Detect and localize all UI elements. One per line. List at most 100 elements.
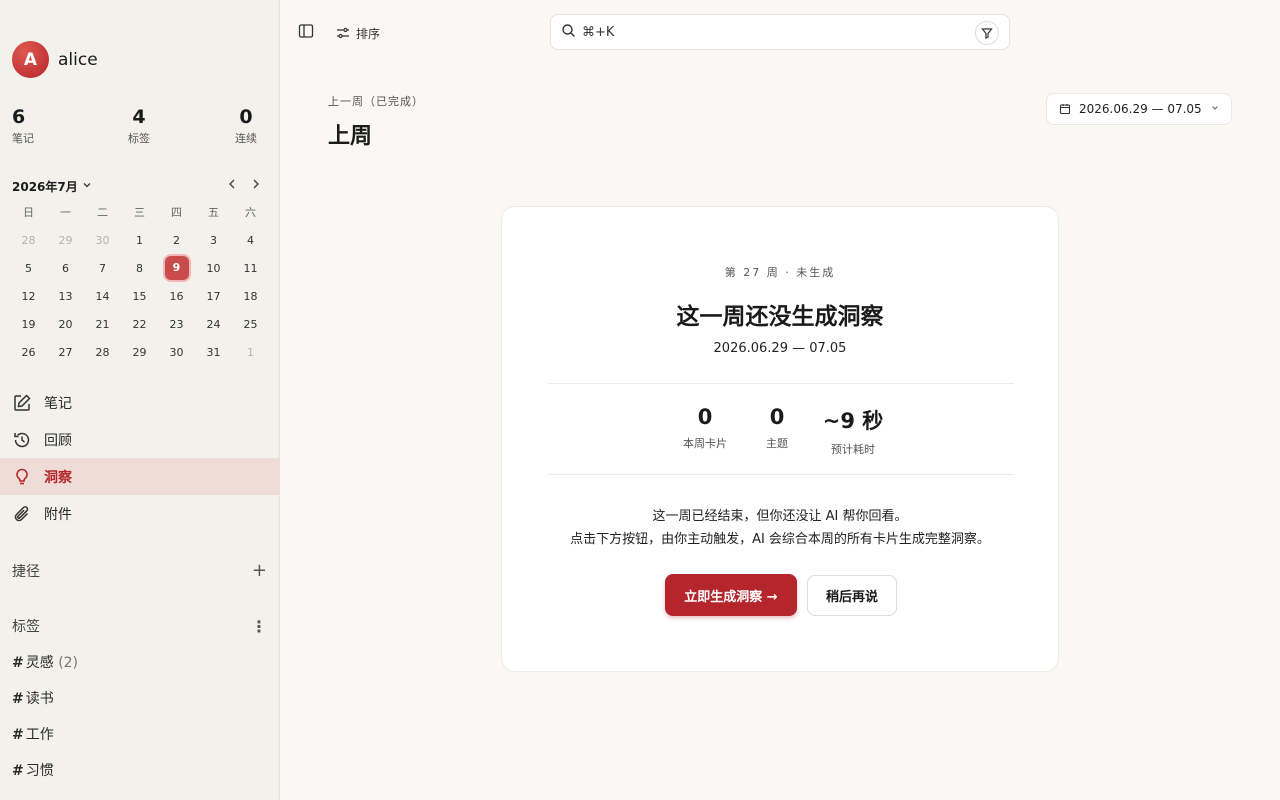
calendar-day[interactable]: 30: [84, 234, 121, 247]
calendar-day-number: 12: [21, 289, 36, 303]
calendar-day[interactable]: 19: [10, 318, 47, 331]
calendar-day[interactable]: 23: [158, 318, 195, 331]
calendar-day[interactable]: 24: [195, 318, 232, 331]
calendar-day[interactable]: 21: [84, 318, 121, 331]
sort-button[interactable]: 排序: [336, 25, 380, 42]
nav-item-review[interactable]: 回顾: [0, 421, 279, 458]
later-button[interactable]: 稍后再说: [807, 575, 897, 616]
stat-label: 连续: [235, 132, 257, 145]
calendar-day-number: 8: [136, 261, 143, 275]
hash-icon: #: [12, 763, 24, 779]
calendar-day-number: 28: [21, 233, 36, 247]
metric-cards: 0 本周卡片: [668, 405, 742, 451]
calendar-day[interactable]: 26: [10, 346, 47, 359]
calendar-day[interactable]: 6: [47, 262, 84, 275]
calendar-day[interactable]: 3: [195, 234, 232, 247]
calendar-day[interactable]: 8: [121, 262, 158, 275]
sidebar-toggle-icon[interactable]: [298, 23, 314, 43]
tag-item[interactable]: # 工作: [12, 724, 54, 744]
calendar-day[interactable]: 12: [10, 290, 47, 303]
calendar-day-number: 16: [169, 289, 184, 303]
chevron-right-icon[interactable]: [250, 178, 262, 194]
calendar-day[interactable]: 11: [232, 262, 269, 275]
calendar-day[interactable]: 4: [232, 234, 269, 247]
nav-item-attachments[interactable]: 附件: [0, 495, 279, 532]
tag-item[interactable]: # 灵感 (2): [12, 652, 78, 672]
calendar-day-number: 13: [58, 289, 73, 303]
card-description: 这一周已经结束，但你还没让 AI 帮你回看。 点击下方按钮，由你主动触发，AI …: [502, 505, 1058, 551]
calendar-day-number: 19: [21, 317, 36, 331]
calendar-day[interactable]: 31: [195, 346, 232, 359]
search-input[interactable]: [582, 24, 942, 40]
calendar-month-picker[interactable]: 2026年7月: [12, 178, 262, 195]
calendar-day-number: 17: [206, 289, 221, 303]
calendar-week-row: 26 27 28 29 30 31 1: [10, 338, 269, 366]
calendar-day[interactable]: 13: [47, 290, 84, 303]
calendar-icon: [1059, 103, 1071, 115]
nav-item-label: 附件: [44, 506, 72, 523]
toolbar: 排序: [298, 23, 380, 43]
tag-item[interactable]: # 习惯: [12, 760, 54, 780]
tag-item[interactable]: # 读书: [12, 688, 54, 708]
section-title: 捷径: [12, 563, 40, 580]
divider: [548, 383, 1014, 384]
weekday-label: 一: [60, 206, 71, 219]
calendar-day-number: 10: [206, 261, 221, 275]
metric-value: ~9 秒: [822, 409, 884, 433]
calendar-day[interactable]: 5: [10, 262, 47, 275]
date-range-picker[interactable]: 2026.06.29 — 07.05: [1046, 93, 1232, 125]
calendar-day-number: 29: [132, 345, 147, 359]
hash-icon: #: [12, 691, 24, 707]
calendar-day-number: 3: [210, 233, 217, 247]
calendar-day-number: 28: [95, 345, 110, 359]
calendar-day-number: 22: [132, 317, 147, 331]
history-icon: [12, 430, 32, 450]
edit-icon: [12, 393, 32, 413]
calendar-day[interactable]: 10: [195, 262, 232, 275]
user-profile[interactable]: A alice: [12, 41, 98, 78]
divider: [548, 474, 1014, 475]
calendar-day-number: 7: [99, 261, 106, 275]
more-vertical-icon[interactable]: ⋮: [251, 617, 267, 636]
calendar-day[interactable]: 30: [158, 346, 195, 359]
weekday-label: 二: [97, 206, 108, 219]
calendar-day[interactable]: 7: [84, 262, 121, 275]
filter-button[interactable]: [975, 21, 999, 45]
calendar-day[interactable]: 18: [232, 290, 269, 303]
avatar[interactable]: A: [12, 41, 49, 78]
calendar-day[interactable]: 20: [47, 318, 84, 331]
calendar-day[interactable]: 1: [121, 234, 158, 247]
chevron-left-icon[interactable]: [226, 178, 238, 194]
shortcuts-section: 捷径 +: [12, 560, 267, 581]
calendar-day[interactable]: 1: [232, 346, 269, 359]
nav-item-insights[interactable]: 洞察: [0, 458, 279, 495]
calendar-day[interactable]: 27: [47, 346, 84, 359]
calendar-day[interactable]: 2: [158, 234, 195, 247]
calendar-day[interactable]: 28: [10, 234, 47, 247]
stat-tags: 4 标签: [128, 106, 150, 146]
filter-icon: [981, 28, 993, 39]
calendar-day-number: 27: [58, 345, 73, 359]
section-title: 标签: [12, 619, 40, 635]
calendar-day-today[interactable]: 9: [158, 256, 195, 280]
tag-name: 读书: [25, 691, 54, 707]
plus-icon[interactable]: +: [252, 560, 267, 581]
calendar-week-row: 19 20 21 22 23 24 25: [10, 310, 269, 338]
calendar-day[interactable]: 29: [121, 346, 158, 359]
calendar-day[interactable]: 16: [158, 290, 195, 303]
calendar-day[interactable]: 17: [195, 290, 232, 303]
calendar-day[interactable]: 25: [232, 318, 269, 331]
calendar-day[interactable]: 14: [84, 290, 121, 303]
metric-value: 0: [769, 405, 785, 429]
calendar-day[interactable]: 29: [47, 234, 84, 247]
calendar-day[interactable]: 28: [84, 346, 121, 359]
stats: 6 笔记 4 标签 0 连续: [12, 106, 257, 146]
hash-icon: #: [12, 727, 24, 743]
calendar-day-number: 26: [21, 345, 36, 359]
generate-insight-button[interactable]: 立即生成洞察 →: [665, 574, 797, 616]
search-bar[interactable]: [550, 14, 1010, 50]
calendar-day[interactable]: 15: [121, 290, 158, 303]
calendar-day[interactable]: 22: [121, 318, 158, 331]
metric-label: 主题: [766, 437, 788, 450]
nav-item-notes[interactable]: 笔记: [0, 384, 279, 421]
